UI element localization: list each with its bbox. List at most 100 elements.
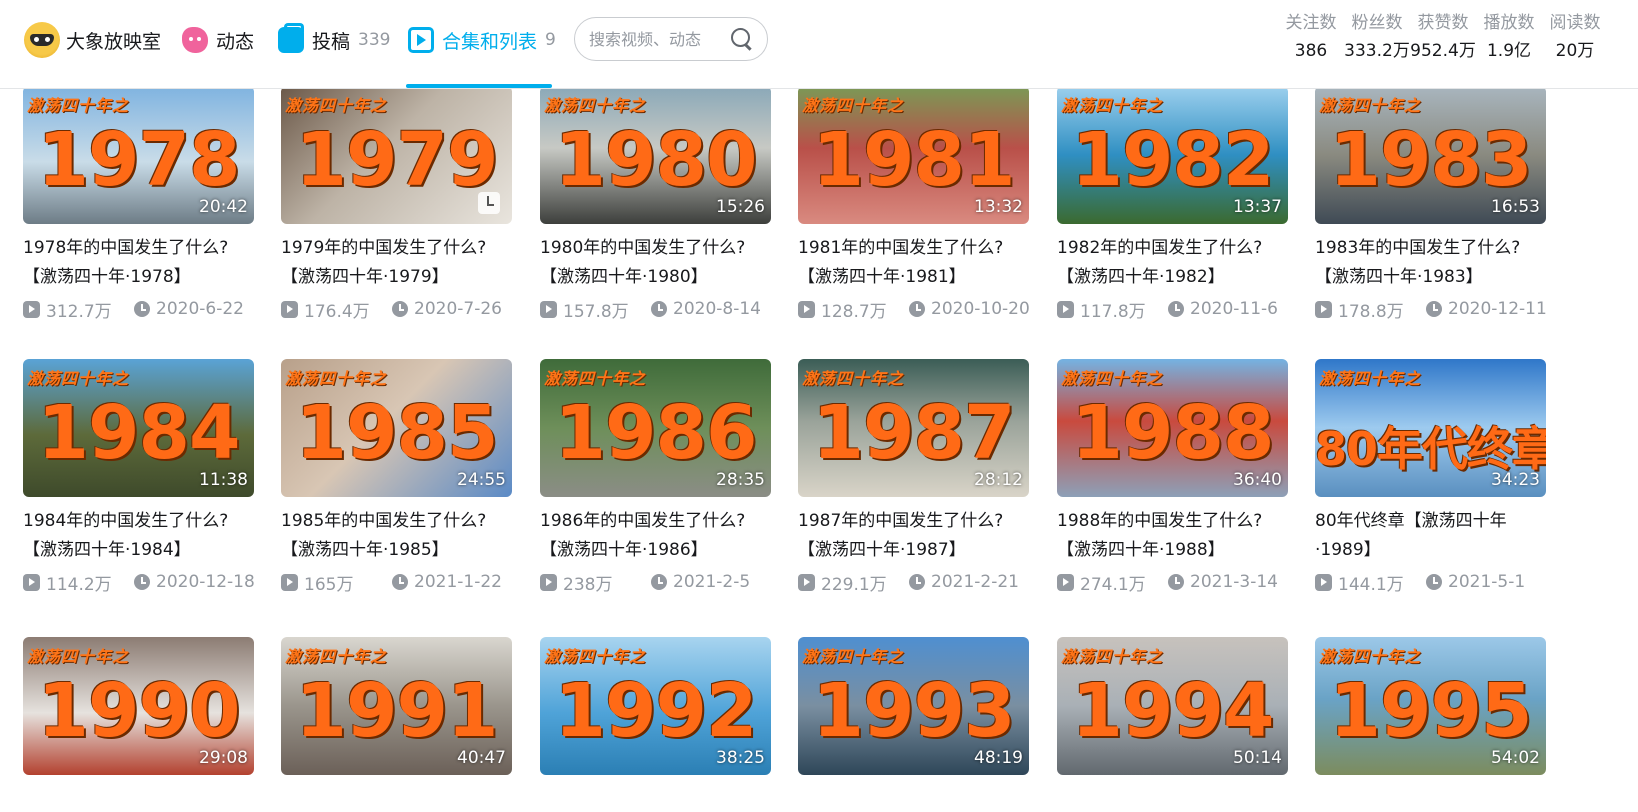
video-card[interactable]: 激荡四十年之 1983 16:53 1983年的中国发生了什么?【激荡四十年·19…	[1315, 86, 1547, 322]
video-meta: 128.7万 2020-10-20	[798, 298, 1030, 322]
video-title[interactable]: 1988年的中国发生了什么?【激荡四十年·1988】	[1057, 507, 1288, 565]
video-card[interactable]: 激荡四十年之 1984 11:38 1984年的中国发生了什么?【激荡四十年·19…	[23, 359, 255, 595]
video-title[interactable]: 1983年的中国发生了什么?【激荡四十年·1983】	[1315, 234, 1546, 292]
dynamic-icon	[182, 27, 208, 53]
video-thumbnail[interactable]: 激荡四十年之 1985 24:55	[281, 359, 512, 497]
video-thumbnail[interactable]: 激荡四十年之 1980 15:26	[540, 86, 771, 224]
video-thumbnail[interactable]: 激荡四十年之 1981 13:32	[798, 86, 1029, 224]
video-card[interactable]: 激荡四十年之 1986 28:35 1986年的中国发生了什么?【激荡四十年·19…	[540, 359, 771, 595]
video-card[interactable]: 激荡四十年之 1978 20:42 1978年的中国发生了什么?【激荡四十年·19…	[23, 86, 254, 322]
video-card[interactable]: 激荡四十年之 1994 50:14	[1057, 637, 1288, 775]
video-thumbnail[interactable]: 激荡四十年之 1983 16:53	[1315, 86, 1546, 224]
video-card[interactable]: 激荡四十年之 1988 36:40 1988年的中国发生了什么?【激荡四十年·19…	[1057, 359, 1288, 595]
clock-icon	[392, 301, 408, 317]
elephant-icon	[30, 34, 54, 46]
video-meta: 157.8万 2020-8-14	[540, 298, 771, 322]
uploads-count: 339	[358, 30, 391, 50]
video-card[interactable]: 激荡四十年之 1993 48:19	[798, 637, 1029, 775]
video-duration: 29:08	[184, 747, 254, 775]
video-thumbnail[interactable]: 激荡四十年之 1993 48:19	[798, 637, 1029, 775]
watch-later-icon[interactable]	[478, 192, 500, 214]
video-title[interactable]: 1985年的中国发生了什么?【激荡四十年·1985】	[281, 507, 512, 565]
video-duration: 34:23	[1476, 469, 1546, 497]
video-thumbnail[interactable]: 激荡四十年之 1995 54:02	[1315, 637, 1546, 775]
video-title[interactable]: 1982年的中国发生了什么?【激荡四十年·1982】	[1057, 234, 1288, 292]
play-count-icon	[540, 300, 557, 318]
video-thumbnail[interactable]: 激荡四十年之 1987 28:12	[798, 359, 1029, 497]
space-header: 大象放映室 动态 投稿 339 合集和列表 9 关注数386 粉丝数333.2万…	[0, 0, 1638, 89]
video-card[interactable]: 激荡四十年之 1990 29:08	[23, 637, 254, 775]
video-duration: 15:26	[701, 196, 771, 224]
video-title[interactable]: 1980年的中国发生了什么?【激荡四十年·1980】	[540, 234, 771, 292]
video-duration: 36:40	[1218, 469, 1288, 497]
video-card[interactable]: 激荡四十年之 80年代终章 34:23 80年代终章【激荡四十年·1989】 14…	[1315, 359, 1546, 595]
video-duration: 13:37	[1218, 196, 1288, 224]
video-thumbnail[interactable]: 激荡四十年之 1984 11:38	[23, 359, 254, 497]
video-title[interactable]: 1984年的中国发生了什么?【激荡四十年·1984】	[23, 507, 254, 565]
video-thumbnail[interactable]: 激荡四十年之 1979	[281, 86, 512, 224]
video-meta: 117.8万 2020-11-6	[1057, 298, 1288, 322]
video-thumbnail[interactable]: 激荡四十年之 1982 13:37	[1057, 86, 1288, 224]
play-count-icon	[1057, 573, 1074, 591]
video-thumbnail[interactable]: 激荡四十年之 1986 28:35	[540, 359, 771, 497]
tab-dynamic[interactable]: 动态	[182, 22, 254, 58]
video-card[interactable]: 激荡四十年之 1981 13:32 1981年的中国发生了什么?【激荡四十年·19…	[798, 86, 1030, 322]
video-thumbnail[interactable]: 激荡四十年之 1994 50:14	[1057, 637, 1288, 775]
channel-name[interactable]: 大象放映室	[66, 22, 161, 58]
stat-reads: 阅读数 20万	[1549, 13, 1601, 61]
collection-icon	[408, 27, 434, 53]
play-count-icon	[281, 573, 298, 591]
video-card[interactable]: 激荡四十年之 1985 24:55 1985年的中国发生了什么?【激荡四十年·19…	[281, 359, 512, 595]
video-card[interactable]: 激荡四十年之 1987 28:12 1987年的中国发生了什么?【激荡四十年·19…	[798, 359, 1029, 595]
video-title[interactable]: 1987年的中国发生了什么?【激荡四十年·1987】	[798, 507, 1029, 565]
video-title[interactable]: 80年代终章【激荡四十年·1989】	[1315, 507, 1546, 565]
video-title[interactable]: 1979年的中国发生了什么?【激荡四十年·1979】	[281, 234, 512, 292]
video-thumbnail[interactable]: 激荡四十年之 1988 36:40	[1057, 359, 1288, 497]
video-meta: 274.1万 2021-3-14	[1057, 571, 1288, 595]
video-title[interactable]: 1981年的中国发生了什么?【激荡四十年·1981】	[798, 234, 1029, 292]
video-meta: 238万 2021-2-5	[540, 571, 771, 595]
play-count-icon	[540, 573, 557, 591]
channel-avatar[interactable]	[24, 22, 60, 58]
video-thumbnail[interactable]: 激荡四十年之 1992 38:25	[540, 637, 771, 775]
video-meta: 144.1万 2021-5-1	[1315, 571, 1546, 595]
video-card[interactable]: 激荡四十年之 1995 54:02	[1315, 637, 1546, 775]
stat-fans[interactable]: 粉丝数 333.2万	[1344, 10, 1410, 64]
search-input[interactable]	[589, 29, 719, 49]
video-card[interactable]: 激荡四十年之 1982 13:37 1982年的中国发生了什么?【激荡四十年·19…	[1057, 86, 1288, 322]
video-meta: 165万 2021-1-22	[281, 571, 512, 595]
stat-following[interactable]: 关注数 386	[1278, 10, 1344, 64]
video-meta: 176.4万 2020-7-26	[281, 298, 512, 322]
video-card[interactable]: 激荡四十年之 1979 1979年的中国发生了什么?【激荡四十年·1979】 17…	[281, 86, 512, 322]
video-duration: 13:32	[959, 196, 1029, 224]
video-duration: 48:19	[959, 747, 1029, 775]
tab-uploads[interactable]: 投稿 339	[278, 22, 390, 58]
video-card[interactable]: 激荡四十年之 1980 15:26 1980年的中国发生了什么?【激荡四十年·19…	[540, 86, 771, 322]
channel-stats: 关注数 386 粉丝数 333.2万 获赞数 952.4万 播放数 1.9亿 阅读数 20…	[1278, 10, 1608, 64]
search-box[interactable]	[574, 17, 768, 61]
video-thumbnail[interactable]: 激荡四十年之 1990 29:08	[23, 637, 254, 775]
video-meta: 312.7万 2020-6-22	[23, 298, 254, 322]
video-duration: 38:25	[701, 747, 771, 775]
video-title[interactable]: 1986年的中国发生了什么?【激荡四十年·1986】	[540, 507, 771, 565]
video-thumbnail[interactable]: 激荡四十年之 1991 40:47	[281, 637, 512, 775]
video-duration: 24:55	[442, 469, 512, 497]
video-card[interactable]: 激荡四十年之 1991 40:47	[281, 637, 512, 775]
upload-icon	[278, 23, 304, 53]
video-thumbnail[interactable]: 激荡四十年之 1978 20:42	[23, 86, 254, 224]
video-duration: 40:47	[442, 747, 512, 775]
play-count-icon	[1057, 300, 1074, 318]
play-count-icon	[1315, 573, 1332, 591]
video-title[interactable]: 1978年的中国发生了什么?【激荡四十年·1978】	[23, 234, 254, 292]
video-card[interactable]: 激荡四十年之 1992 38:25	[540, 637, 771, 775]
play-count-icon	[23, 573, 40, 591]
video-thumbnail[interactable]: 激荡四十年之 80年代终章 34:23	[1315, 359, 1546, 497]
tab-collections[interactable]: 合集和列表 9	[408, 22, 556, 58]
clock-icon	[1168, 574, 1184, 590]
video-duration: 20:42	[184, 196, 254, 224]
video-duration: 28:35	[701, 469, 771, 497]
stat-plays: 播放数 1.9亿	[1483, 13, 1535, 61]
clock-icon	[651, 301, 667, 317]
search-icon[interactable]	[731, 28, 753, 50]
clock-icon	[392, 574, 408, 590]
